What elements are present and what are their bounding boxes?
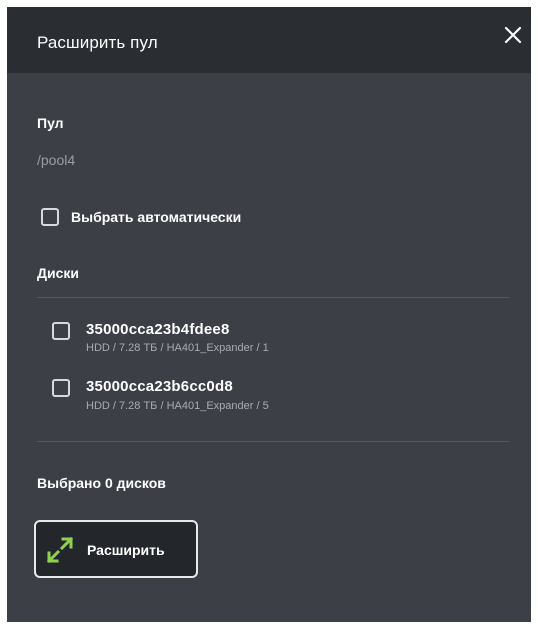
- expand-arrows-icon: [44, 534, 76, 566]
- expand-button-label: Расширить: [87, 542, 165, 558]
- disk-id: 35000cca23b4fdee8: [86, 321, 230, 338]
- disk-checkbox[interactable]: [52, 379, 70, 397]
- selected-count: Выбрано 0 дисков: [37, 475, 166, 491]
- disk-id: 35000cca23b6cc0d8: [86, 378, 233, 395]
- disks-divider: [37, 297, 509, 298]
- dialog-header: Расширить пул: [7, 7, 531, 73]
- disk-checkbox[interactable]: [52, 322, 70, 340]
- auto-select-label[interactable]: Выбрать автоматически: [71, 209, 241, 225]
- close-icon[interactable]: [499, 21, 527, 49]
- expand-pool-dialog: Расширить пул Пул /pool4 Выбрать автомат…: [7, 7, 531, 622]
- disks-bottom-divider: [37, 441, 509, 442]
- auto-select-checkbox[interactable]: [41, 208, 59, 226]
- pool-value: /pool4: [37, 152, 76, 168]
- expand-button[interactable]: Расширить: [34, 520, 198, 578]
- pool-label: Пул: [37, 115, 64, 131]
- disk-meta: HDD / 7.28 ТБ / HA401_Expander / 1: [86, 342, 269, 354]
- disks-label: Диски: [37, 265, 79, 281]
- dialog-title: Расширить пул: [37, 33, 158, 52]
- disk-meta: HDD / 7.28 ТБ / HA401_Expander / 5: [86, 400, 269, 412]
